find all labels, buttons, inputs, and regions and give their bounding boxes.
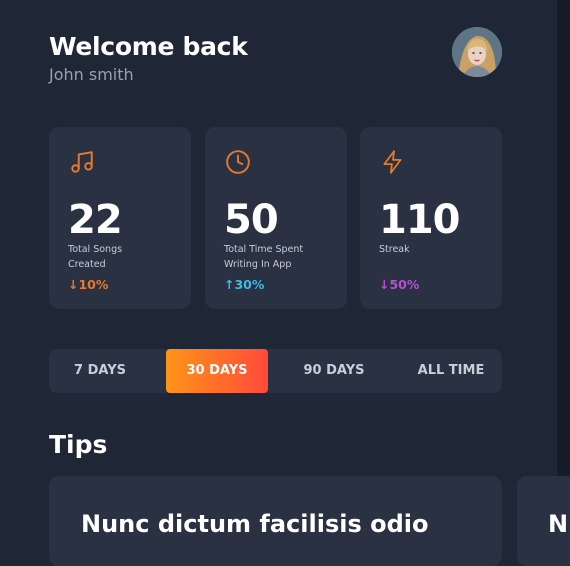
tab-90-days[interactable]: 90 DAYS <box>283 349 385 393</box>
stat-value: 50 <box>224 197 279 243</box>
stat-change: ↓10% <box>68 277 109 292</box>
stat-card-time[interactable]: 50 Total Time Spent Writing In App ↑30% <box>205 127 347 309</box>
tip-title: N <box>548 510 569 538</box>
tips-heading: Tips <box>49 430 108 459</box>
stat-card-songs[interactable]: 22 Total Songs Created ↓10% <box>49 127 191 309</box>
welcome-title: Welcome back <box>49 32 248 61</box>
tab-30-days[interactable]: 30 DAYS <box>166 349 268 393</box>
lightning-icon <box>383 150 402 174</box>
stat-change: ↑30% <box>224 277 265 292</box>
stat-value: 22 <box>68 197 123 243</box>
tab-7-days[interactable]: 7 DAYS <box>49 349 151 393</box>
stat-change: ↓50% <box>379 277 420 292</box>
tab-all-time[interactable]: ALL TIME <box>400 349 502 393</box>
tip-card[interactable]: Nunc dictum facilisis odio <box>49 476 502 566</box>
clock-icon <box>226 150 250 174</box>
avatar-image <box>452 27 502 77</box>
stat-card-streak[interactable]: 110 Streak ↓50% <box>360 127 502 309</box>
side-panel-edge <box>557 0 570 552</box>
time-range-selector: 7 DAYS 30 DAYS 90 DAYS ALL TIME <box>49 349 502 393</box>
tip-title: Nunc dictum facilisis odio <box>81 510 429 538</box>
stat-value: 110 <box>379 197 460 243</box>
stat-label: Total Songs Created <box>68 244 123 270</box>
stat-label: Streak <box>379 244 410 255</box>
music-note-icon <box>71 151 93 173</box>
tip-card[interactable]: N <box>517 476 570 566</box>
avatar[interactable] <box>452 27 502 77</box>
stat-label: Total Time Spent Writing In App <box>224 244 304 270</box>
user-name: John smith <box>49 65 134 84</box>
